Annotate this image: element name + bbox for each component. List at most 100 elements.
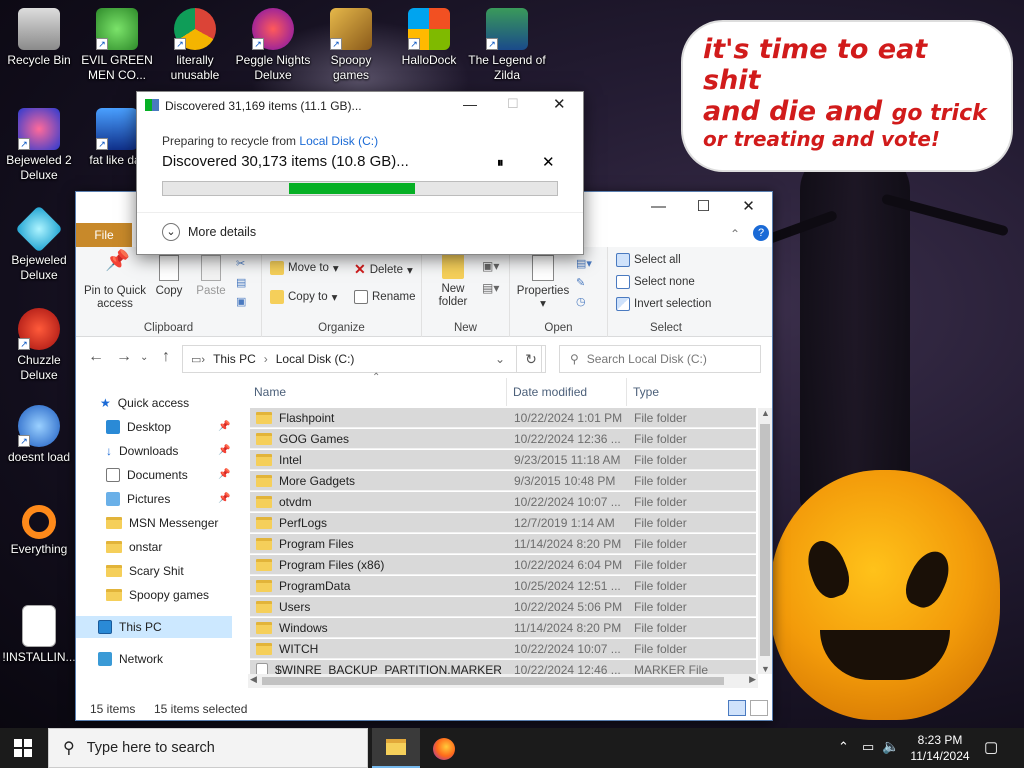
speech-line-2b: go trick: [891, 101, 987, 126]
desktop-icon-bejeweled2[interactable]: ↗ Bejeweled 2 Deluxe: [0, 108, 78, 183]
breadcrumb-this-pc[interactable]: This PC: [213, 352, 256, 366]
select-none-button[interactable]: Select none: [616, 275, 695, 289]
desktop-icon-chuzzle[interactable]: ↗ Chuzzle Deluxe: [0, 308, 78, 383]
cut-icon[interactable]: ✂ ▤ ▣: [236, 255, 246, 312]
copy-button[interactable]: Copy: [152, 255, 186, 298]
maximize-button[interactable]: ☐: [681, 192, 726, 222]
desktop-icon-bejeweled[interactable]: Bejeweled Deluxe: [0, 205, 78, 283]
paste-button[interactable]: Paste: [192, 255, 230, 298]
dialog-titlebar[interactable]: Discovered 31,169 items (11.1 GB)... — ☐…: [137, 92, 583, 120]
horizontal-scrollbar[interactable]: ◀ ▶: [248, 674, 758, 688]
address-field[interactable]: ▭› This PC › Local Disk (C:) ⌄: [182, 345, 542, 373]
desktop-icon-recycle-bin[interactable]: Recycle Bin: [0, 8, 78, 68]
table-row[interactable]: Program Files (x86) 10/22/2024 6:04 PM Fil…: [250, 555, 756, 575]
new-item-icon[interactable]: ▣▾ ▤▾: [482, 255, 499, 299]
dialog-close-button[interactable]: ✕: [553, 95, 566, 113]
table-row[interactable]: PerfLogs 12/7/2019 1:14 AM File folder: [250, 513, 756, 533]
large-icons-view-icon[interactable]: [750, 700, 768, 716]
nav-item-desktop[interactable]: Desktop: [106, 416, 171, 438]
scroll-up-icon[interactable]: ▲: [761, 408, 770, 418]
desktop-icon-hallodock[interactable]: ↗ HalloDock: [390, 8, 468, 68]
column-header-date[interactable]: Date modified: [506, 378, 587, 406]
desktop-icon-spoopy-games[interactable]: ↗ Spoopy games: [312, 8, 390, 83]
table-row[interactable]: More Gadgets 9/3/2015 10:48 PM File folder: [250, 471, 756, 491]
folder-icon: [256, 579, 272, 592]
nav-item-documents[interactable]: Documents: [106, 464, 188, 486]
refresh-button[interactable]: ↻: [516, 345, 546, 373]
move-to-button[interactable]: Move to ▾: [270, 261, 339, 275]
dialog-minimize-button[interactable]: —: [463, 96, 477, 112]
table-row[interactable]: ProgramData 10/25/2024 12:51 ... File fold…: [250, 576, 756, 596]
nav-quick-access[interactable]: ★ Quick access: [100, 392, 189, 414]
close-button[interactable]: ✕: [726, 192, 771, 222]
column-header-name[interactable]: Name: [254, 378, 286, 406]
forward-arrow-icon[interactable]: →: [116, 348, 132, 366]
nav-network[interactable]: Network: [98, 648, 163, 670]
desktop-icon-evil-green-men[interactable]: ↗ EVIL GREEN MEN CO...: [78, 8, 156, 83]
cancel-x-button[interactable]: ✕: [542, 153, 555, 171]
taskbar-search-box[interactable]: ⚲ Type here to search: [48, 728, 368, 768]
pin-quick-access-button[interactable]: 📌 Pin to Quick access: [82, 251, 148, 311]
desktop-icon-doesnt-load[interactable]: ↗ doesnt load: [0, 405, 78, 465]
select-all-button[interactable]: Select all: [616, 253, 681, 267]
nav-this-pc[interactable]: This PC: [76, 616, 232, 638]
vertical-scrollbar[interactable]: ▲ ▼: [758, 408, 772, 674]
open-edit-history-icon[interactable]: ▤▾ ✎ ◷: [576, 255, 592, 312]
taskbar-firefox[interactable]: [420, 728, 468, 768]
properties-button[interactable]: Properties ▾: [514, 255, 572, 311]
ribbon-group-clipboard: 📌 Pin to Quick access Copy Paste ✂ ▤ ▣ Cli…: [76, 247, 262, 337]
back-arrow-icon[interactable]: ←: [88, 348, 104, 366]
more-details-toggle[interactable]: ⌄ More details: [162, 223, 256, 241]
taskbar-file-explorer[interactable]: [372, 728, 420, 768]
desktop-icon-peggle[interactable]: ↗ Peggle Nights Deluxe: [234, 8, 312, 83]
table-row[interactable]: Flashpoint 10/22/2024 1:01 PM File folder: [250, 408, 756, 428]
desktop-icon-everything[interactable]: Everything: [0, 505, 78, 557]
rename-button[interactable]: Rename: [354, 290, 415, 304]
help-icon[interactable]: ?: [753, 225, 769, 241]
desktop-icon-chrome[interactable]: ↗ literally unusable: [156, 8, 234, 83]
minimize-button[interactable]: —: [636, 192, 681, 222]
invert-selection-button[interactable]: Invert selection: [616, 297, 711, 311]
desktop-icon-legend-of-zilda[interactable]: ↗ The Legend of Zilda: [468, 8, 546, 83]
copy-to-button[interactable]: Copy to ▾: [270, 290, 337, 304]
table-row[interactable]: Users 10/22/2024 5:06 PM File folder: [250, 597, 756, 617]
scroll-down-icon[interactable]: ▼: [761, 664, 770, 674]
delete-button[interactable]: ✕ Delete ▾: [354, 261, 413, 278]
column-header-type[interactable]: Type: [626, 378, 659, 406]
recycle-from-link[interactable]: Local Disk (C:): [299, 134, 378, 148]
search-input[interactable]: ⚲ Search Local Disk (C:): [559, 345, 761, 373]
table-row[interactable]: otvdm 10/22/2024 10:07 ... File folder: [250, 492, 756, 512]
file-name-cell: Program Files (x86): [256, 558, 384, 572]
nav-item-msn-messenger[interactable]: MSN Messenger: [106, 512, 218, 534]
table-row[interactable]: Program Files 11/14/2024 8:20 PM File fold…: [250, 534, 756, 554]
recent-locations-chevron-icon[interactable]: ⌄: [140, 352, 148, 363]
table-row[interactable]: GOG Games 10/22/2024 12:36 ... File folder: [250, 429, 756, 449]
scroll-right-icon[interactable]: ▶: [749, 674, 756, 685]
table-row[interactable]: WITCH 10/22/2024 10:07 ... File folder: [250, 639, 756, 659]
start-button[interactable]: [14, 739, 32, 757]
breadcrumb-local-disk[interactable]: Local Disk (C:): [276, 352, 355, 366]
nav-item-onstar[interactable]: onstar: [106, 536, 162, 558]
address-dropdown-chevron-icon[interactable]: ⌄: [495, 352, 505, 366]
notifications-icon[interactable]: ▢: [984, 738, 998, 756]
nav-item-spoopy-games[interactable]: Spoopy games: [106, 584, 209, 606]
horizontal-scroll-thumb[interactable]: [262, 677, 724, 685]
new-folder-button[interactable]: New folder: [428, 253, 478, 309]
nav-item-scary-shit[interactable]: Scary Shit: [106, 560, 184, 582]
desktop-icon-installing[interactable]: !INSTALLIN...: [0, 605, 78, 665]
vertical-scroll-thumb[interactable]: [760, 424, 770, 656]
tab-file[interactable]: File: [76, 223, 132, 247]
scroll-left-icon[interactable]: ◀: [250, 674, 257, 685]
details-view-icon[interactable]: [728, 700, 746, 716]
nav-item-pictures[interactable]: Pictures: [106, 488, 170, 510]
taskbar-clock[interactable]: 8:23 PM 11/14/2024: [898, 732, 982, 764]
ribbon-collapse-icon[interactable]: ⌃: [730, 227, 740, 241]
table-row[interactable]: Windows 11/14/2024 8:20 PM File folder: [250, 618, 756, 638]
up-arrow-icon[interactable]: ↑: [162, 348, 170, 366]
pause-button[interactable]: ⏸: [497, 155, 504, 171]
network-tray-icon[interactable]: ▭: [862, 739, 874, 755]
tray-chevron-icon[interactable]: ⌃: [838, 739, 849, 755]
volume-icon[interactable]: 🔈: [882, 738, 899, 755]
nav-item-downloads[interactable]: ↓ Downloads: [106, 440, 178, 462]
table-row[interactable]: Intel 9/23/2015 11:18 AM File folder: [250, 450, 756, 470]
